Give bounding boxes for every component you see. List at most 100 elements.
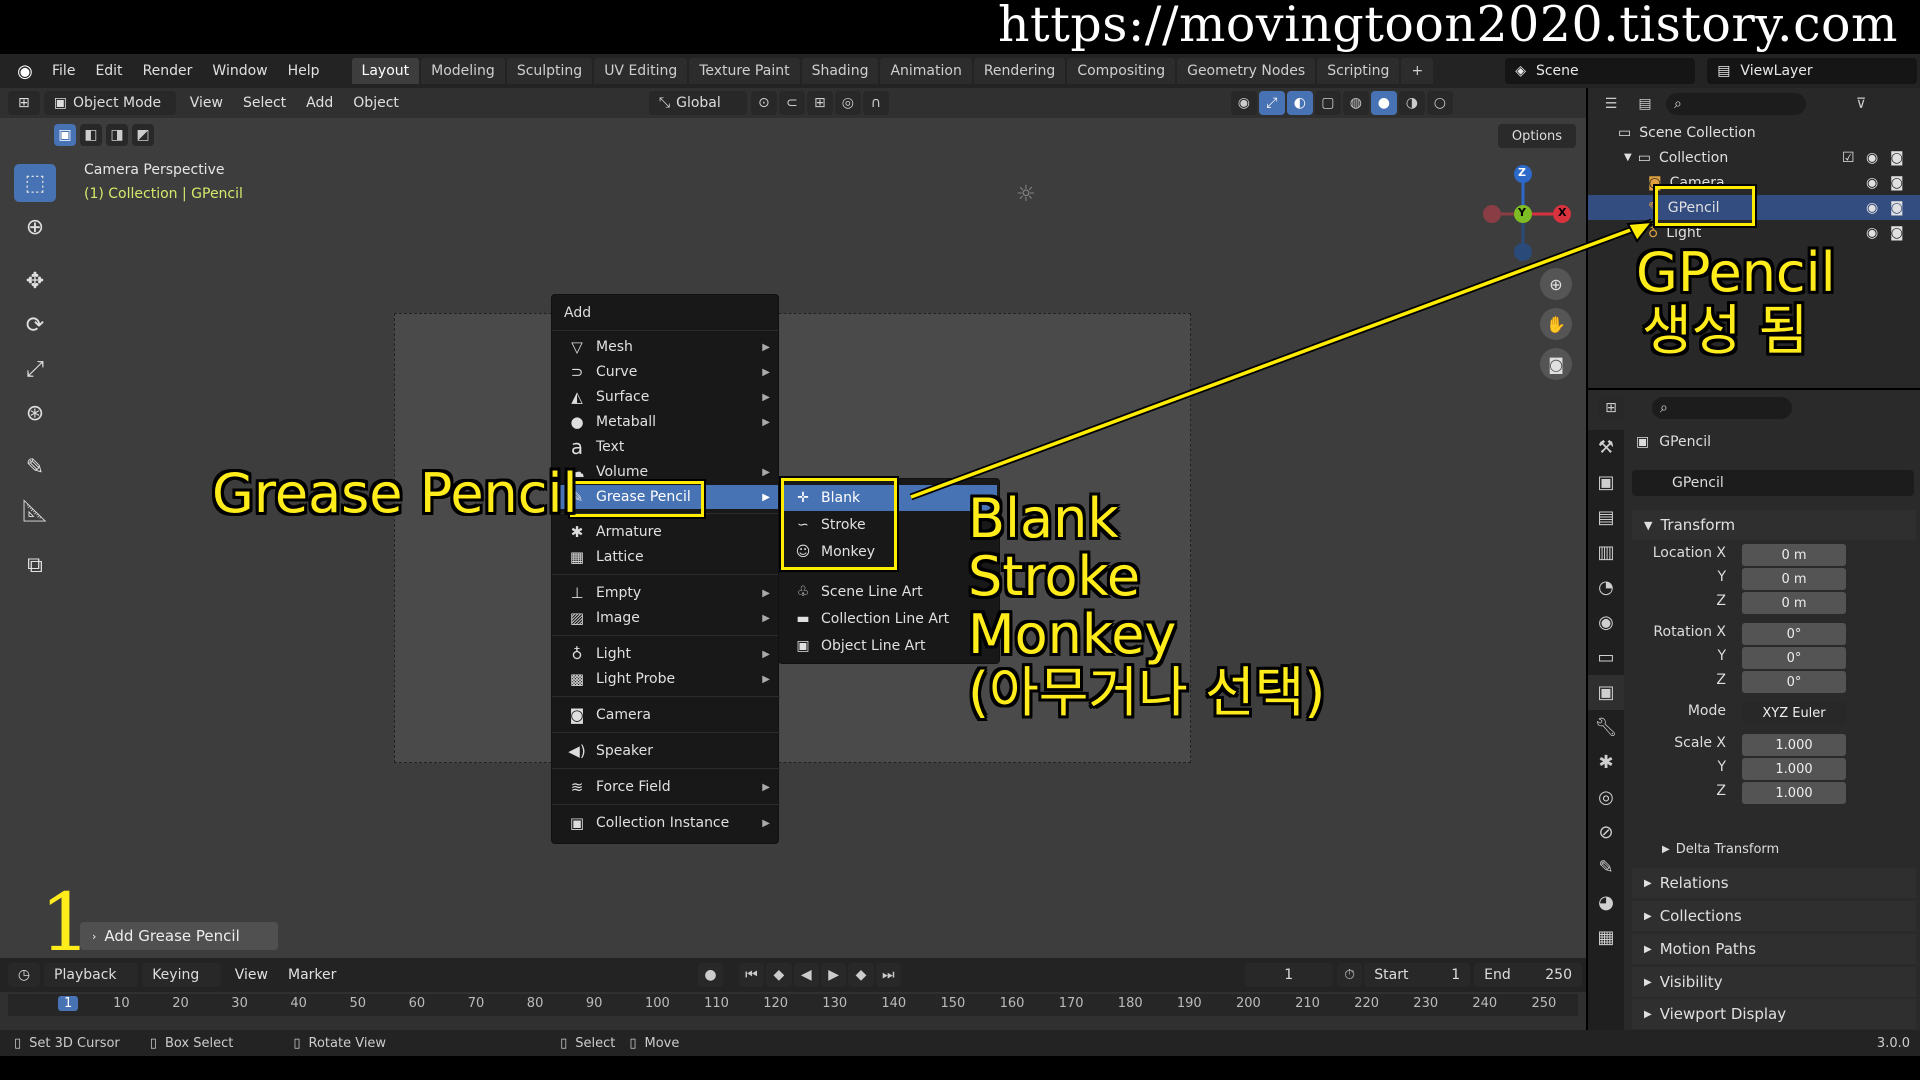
outliner-search[interactable]: ⌕ <box>1666 93 1806 115</box>
menu-item-lattice[interactable]: ▦ Lattice <box>552 545 780 569</box>
zoom-icon[interactable]: ⊕ <box>1540 268 1572 300</box>
rotation-x-field[interactable]: 0° <box>1742 623 1846 645</box>
transform-tool-icon[interactable]: ⊛ <box>14 394 56 432</box>
scale-z-field[interactable]: 1.000 <box>1742 782 1846 804</box>
menu-item-curve[interactable]: ⊃ Curve ▶ <box>552 360 780 384</box>
outliner-scene-collection[interactable]: ▭ Scene Collection <box>1588 120 1920 145</box>
properties-editor-icon[interactable]: ⊞ <box>1598 396 1624 420</box>
section-collections[interactable]: ▶ Collections <box>1632 901 1916 931</box>
menu-item-text[interactable]: a Text <box>552 435 780 459</box>
render-camera-icon[interactable]: ◙ <box>1890 175 1904 191</box>
location-y-field[interactable]: 0 m <box>1742 568 1846 590</box>
measure-tool-icon[interactable]: 📐︎ <box>14 492 56 530</box>
rotation-z-field[interactable]: 0° <box>1742 671 1846 693</box>
play-icon[interactable]: ▶ <box>820 963 847 987</box>
object-name-field[interactable]: GPencil <box>1632 470 1914 496</box>
menu-file[interactable]: File <box>42 63 85 79</box>
timeline-menu-marker[interactable]: Marker <box>278 967 346 983</box>
display-mode-icon[interactable]: ▤ <box>1632 92 1658 116</box>
render-camera-icon[interactable]: ◙ <box>1890 225 1904 241</box>
tab-scripting[interactable]: Scripting <box>1317 58 1400 84</box>
menu-item-mesh[interactable]: ▽ Mesh ▶ <box>552 335 780 359</box>
overlay-toggle-icon[interactable]: ◐ <box>1286 91 1313 115</box>
physics-tab-icon[interactable]: ◎ <box>1588 780 1624 815</box>
header-menu-select[interactable]: Select <box>233 95 296 111</box>
options-button[interactable]: Options <box>1498 124 1576 148</box>
editor-type-button[interactable]: ⊞ <box>8 91 40 115</box>
tab-animation[interactable]: Animation <box>880 58 972 84</box>
effects-tab-icon[interactable]: ✱ <box>1588 745 1624 780</box>
falloff-icon[interactable]: ∩ <box>862 91 889 115</box>
eye-icon[interactable]: ◉ <box>1866 225 1878 241</box>
tab-texture-paint[interactable]: Texture Paint <box>689 58 800 84</box>
section-motion-paths[interactable]: ▶ Motion Paths <box>1632 934 1916 964</box>
material-shading-icon[interactable]: ◑ <box>1398 91 1425 115</box>
annotate-tool-icon[interactable]: ✎ <box>14 448 56 486</box>
tab-compositing[interactable]: Compositing <box>1067 58 1176 84</box>
add-workspace-icon[interactable]: + <box>1401 58 1434 84</box>
filter-icon[interactable]: ⊽ <box>1848 92 1874 116</box>
stopwatch-icon[interactable]: ⏱ <box>1336 963 1363 987</box>
constraint-tab-icon[interactable]: ⊘ <box>1588 815 1624 850</box>
camera-view-icon[interactable]: ◙ <box>1540 348 1572 380</box>
menu-item-light[interactable]: ♁ Light ▶ <box>552 642 780 666</box>
texture-tab-icon[interactable]: ▦ <box>1588 920 1624 955</box>
material-tab-icon[interactable]: ◕ <box>1588 885 1624 920</box>
section-relations[interactable]: ▶ Relations <box>1632 868 1916 898</box>
current-frame-field[interactable]: 1 <box>1244 963 1333 987</box>
record-icon[interactable]: ● <box>697 963 724 987</box>
menu-item-armature[interactable]: ✱ Armature <box>552 520 780 544</box>
properties-search[interactable]: ⌕ <box>1652 397 1792 419</box>
select-box-tool-icon[interactable]: ⬚ <box>14 164 56 202</box>
start-frame-field[interactable]: Start 1 <box>1364 963 1471 987</box>
header-menu-view[interactable]: View <box>180 95 233 111</box>
menu-help[interactable]: Help <box>278 63 330 79</box>
orientation-dropdown[interactable]: ⤡ Global <box>648 91 747 115</box>
eye-icon[interactable]: ◉ <box>1866 200 1878 216</box>
menu-item-image[interactable]: ▨ Image ▶ <box>552 606 780 630</box>
eye-icon[interactable]: ◉ <box>1866 150 1878 166</box>
world-tab-icon[interactable]: ◉ <box>1588 605 1624 640</box>
jump-start-icon[interactable]: ⏮ <box>738 963 765 987</box>
tab-rendering[interactable]: Rendering <box>973 58 1066 84</box>
menu-render[interactable]: Render <box>133 63 203 79</box>
menu-item-collection-instance[interactable]: ▣ Collection Instance ▶ <box>552 811 780 835</box>
menu-item-force-field[interactable]: ≋ Force Field ▶ <box>552 775 780 799</box>
render-camera-icon[interactable]: ◙ <box>1890 150 1904 166</box>
checkbox-icon[interactable]: ☑ <box>1842 150 1855 166</box>
menu-item-light-probe[interactable]: ▩ Light Probe ▶ <box>552 667 780 691</box>
gizmo-toggle-icon[interactable]: ⤢ <box>1258 91 1285 115</box>
rotation-y-field[interactable]: 0° <box>1742 647 1846 669</box>
menu-edit[interactable]: Edit <box>85 63 132 79</box>
next-keyframe-icon[interactable]: ◆ <box>848 963 874 987</box>
end-frame-field[interactable]: End 250 <box>1474 963 1582 987</box>
data-tab-icon[interactable]: ✎ <box>1588 850 1624 885</box>
timeline-editor-icon[interactable]: ◷ <box>7 963 41 987</box>
render-tab-icon[interactable]: ▣ <box>1588 465 1624 500</box>
solid-shading-icon[interactable]: ● <box>1370 91 1397 115</box>
section-viewport-display[interactable]: ▶ Viewport Display <box>1632 999 1916 1029</box>
menu-window[interactable]: Window <box>202 63 277 79</box>
rotation-mode-dropdown[interactable]: XYZ Euler <box>1742 702 1846 724</box>
scale-y-field[interactable]: 1.000 <box>1742 758 1846 780</box>
rendered-shading-icon[interactable]: ○ <box>1426 91 1453 115</box>
current-frame-marker[interactable]: 1 <box>58 996 79 1011</box>
render-camera-icon[interactable]: ◙ <box>1890 200 1904 216</box>
header-menu-object[interactable]: Object <box>343 95 409 111</box>
delta-transform-subpanel[interactable]: ▶ Delta Transform <box>1662 842 1779 857</box>
pan-hand-icon[interactable]: ✋ <box>1540 308 1572 340</box>
menu-item-surface[interactable]: ◭ Surface ▶ <box>552 385 780 409</box>
visibility-icon[interactable]: ◉ <box>1230 91 1257 115</box>
output-tab-icon[interactable]: ▤ <box>1588 500 1624 535</box>
tab-layout[interactable]: Layout <box>351 58 420 84</box>
select-extend-icon[interactable]: ◧ <box>80 124 102 146</box>
header-menu-add[interactable]: Add <box>296 95 343 111</box>
snap-target-icon[interactable]: ⊞ <box>806 91 833 115</box>
mode-dropdown[interactable]: ▣ Object Mode <box>43 91 176 115</box>
play-reverse-icon[interactable]: ◀ <box>793 963 819 987</box>
last-operator-panel[interactable]: › Add Grease Pencil <box>80 922 278 950</box>
select-new-icon[interactable]: ▣ <box>54 124 76 146</box>
scale-x-field[interactable]: 1.000 <box>1742 734 1846 756</box>
tab-uv-editing[interactable]: UV Editing <box>594 58 688 84</box>
menu-item-speaker[interactable]: ◀) Speaker <box>552 739 780 763</box>
